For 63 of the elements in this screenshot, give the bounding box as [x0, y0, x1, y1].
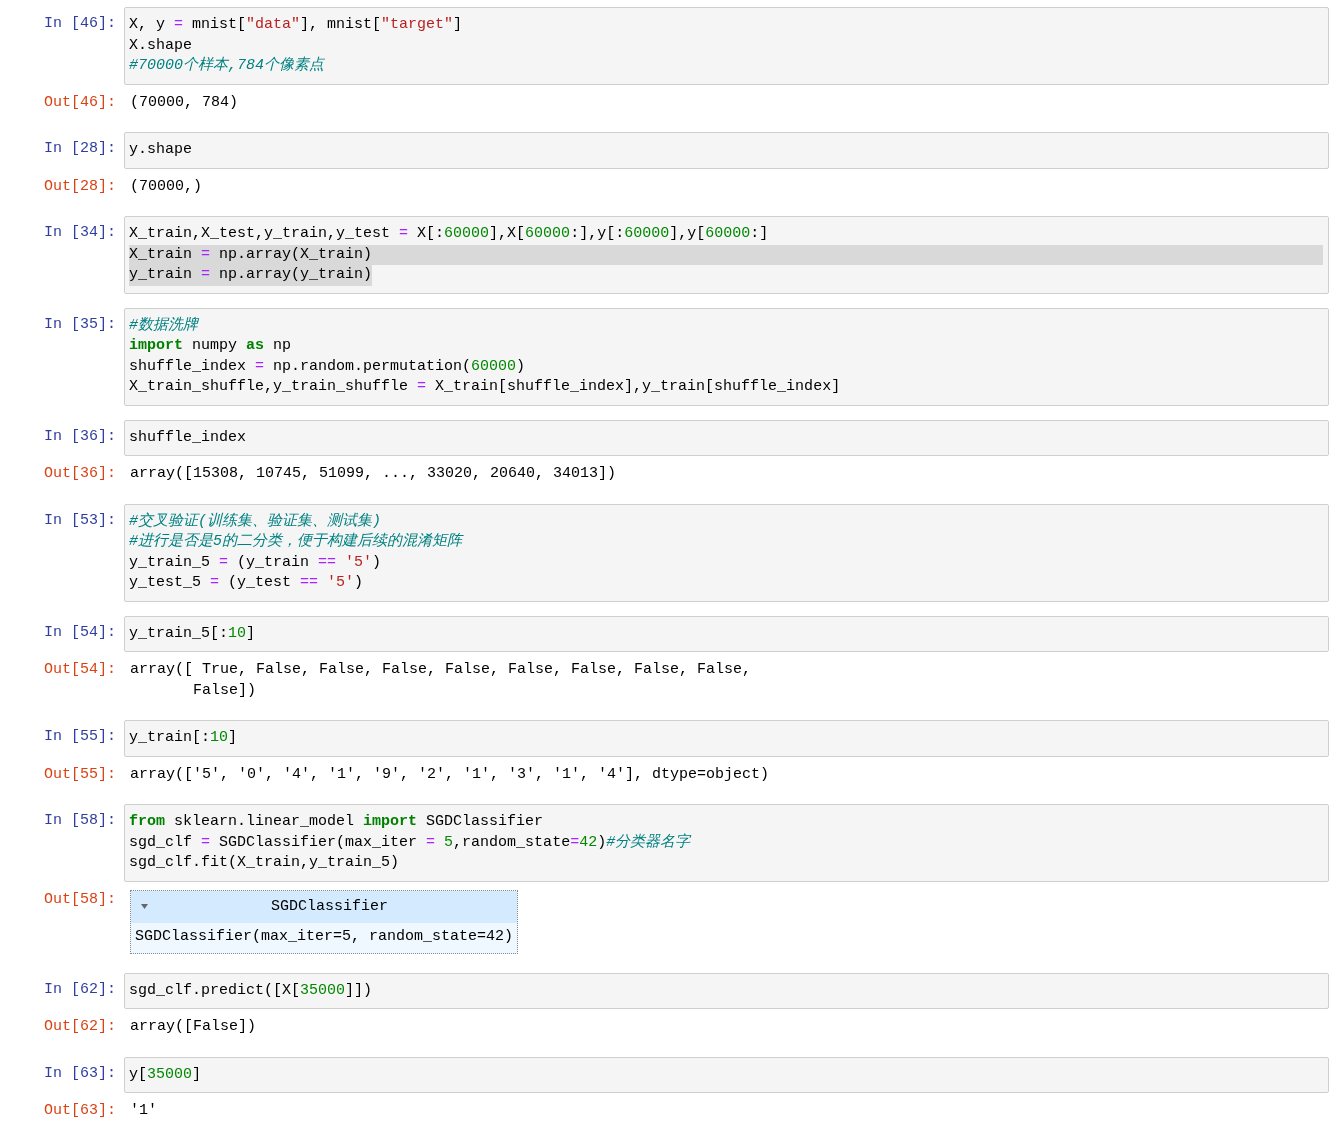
- code-cell[interactable]: X_train,X_test,y_train,y_test = X[:60000],X[60000:],y[:60000],y[60000:] X_train = np.array(X_train) y_train = np.array(y_train): [124, 216, 1329, 294]
- input-prompt: In [35]:: [43, 314, 117, 335]
- output-text: '1': [130, 1102, 157, 1119]
- input-prompt: In [54]:: [43, 622, 117, 643]
- code-line: X_train_shuffle,y_train_shuffle = X_train[shuffle_index],y_train[shuffle_index]: [129, 377, 841, 397]
- caret-icon: [141, 904, 148, 910]
- output-text: array(['5', '0', '4', '1', '9', '2', '1', '3', '1', '4'], dtype=object): [130, 765, 770, 783]
- code-line: #70000个样本,784个像素点: [129, 56, 324, 76]
- output-text: array([ True, False, False, False, False, False, False, False, False,: [130, 661, 752, 678]
- code-line: X_train,X_test,y_train,y_test = X[:60000],X[60000:],y[:60000],y[60000:]: [129, 224, 769, 244]
- code-line: #数据洗牌: [129, 315, 198, 336]
- code-cell[interactable]: #数据洗牌 import numpy as np shuffle_index = np.random.permutation(60000) X_train_shuffle,y_train_shuffle = X_train[shuffle_index],y_train[shuffle_index]: [124, 307, 1329, 406]
- code-line: from sklearn.linear_model import SGDClassifier: [129, 812, 544, 832]
- code-line: y[35000]: [129, 1064, 202, 1085]
- code-line: y_train[:10]: [129, 728, 238, 748]
- code-line: shuffle_index = np.random.permutation(60000): [129, 356, 526, 377]
- code-line: X, y = mnist["data"], mnist["target"]: [129, 15, 463, 35]
- code-cell[interactable]: X, y = mnist["data"], mnist["target"] X.shape #70000个样本,784个像素点: [124, 7, 1329, 85]
- input-prompt: In [36]:: [43, 426, 117, 447]
- output-prompt: Out[54]:: [43, 660, 117, 680]
- input-prompt: In [62]:: [43, 979, 117, 1000]
- estimator-repr: SGDClassifier(max_iter=5, random_state=42): [135, 928, 514, 945]
- output-text: array([15308, 10745, 51099, ..., 33020, 20640, 34013]): [130, 465, 617, 482]
- code-line: sgd_clf = SGDClassifier(max_iter = 5,random_state=42)#分类器名字: [129, 832, 691, 853]
- output-prompt: Out[55]:: [43, 764, 117, 785]
- output-text: (70000, 784): [130, 93, 239, 111]
- output-text: array([False]): [130, 1018, 257, 1035]
- code-line: sgd_clf.predict([X[35000]]): [129, 980, 373, 1001]
- output-text: (70000,): [130, 177, 202, 195]
- code-line: y_train_5[:10]: [129, 623, 256, 644]
- output-prompt: Out[36]:: [43, 464, 117, 484]
- input-prompt: In [53]:: [43, 510, 117, 531]
- output-prompt: Out[63]:: [43, 1101, 117, 1121]
- estimator-header[interactable]: SGDClassifier: [131, 890, 518, 923]
- output-prompt: Out[58]:: [43, 889, 117, 910]
- input-prompt: In [34]:: [43, 223, 117, 243]
- code-line: y_test_5 = (y_test == '5'): [129, 573, 364, 593]
- code-cell[interactable]: #交叉验证(训练集、验证集、测试集) #进行是否是5的二分类，便于构建后续的混淆矩阵 y_train_5 = (y_train == '5') y_test_5 = (y_test == '5'): [124, 503, 1329, 602]
- code-cell[interactable]: y[35000]: [124, 1056, 1329, 1093]
- input-prompt: In [28]:: [43, 139, 117, 159]
- input-prompt: In [63]:: [43, 1063, 117, 1084]
- output-prompt: Out[62]:: [43, 1017, 117, 1037]
- code-line: #交叉验证(训练集、验证集、测试集): [129, 511, 381, 532]
- code-cell[interactable]: sgd_clf.predict([X[35000]]): [124, 972, 1329, 1009]
- code-line: sgd_clf.fit(X_train,y_train_5): [129, 853, 400, 873]
- code-cell[interactable]: from sklearn.linear_model import SGDClassifier sgd_clf = SGDClassifier(max_iter = 5,random_state=42)#分类器名字 sgd_clf.fit(X_train,y_train_5): [124, 804, 1329, 882]
- code-cell[interactable]: y.shape: [124, 132, 1329, 169]
- input-prompt: In [46]:: [43, 14, 117, 34]
- code-cell[interactable]: y_train[:10]: [124, 720, 1329, 757]
- output-prompt: Out[28]:: [43, 176, 117, 197]
- code-cell[interactable]: y_train_5[:10]: [124, 615, 1329, 652]
- code-line: #进行是否是5的二分类，便于构建后续的混淆矩阵: [129, 532, 462, 552]
- output-text: False]): [192, 681, 257, 699]
- output-prompt: Out[46]:: [43, 92, 117, 113]
- code-line: shuffle_index: [129, 427, 247, 448]
- input-prompt: In [58]:: [43, 811, 117, 831]
- code-line: import numpy as np: [129, 336, 292, 356]
- input-prompt: In [55]:: [43, 727, 117, 747]
- code-line: y_train_5 = (y_train == '5'): [129, 552, 382, 573]
- estimator-title: SGDClassifier: [270, 896, 390, 917]
- code-line: y.shape: [129, 140, 192, 160]
- code-cell[interactable]: shuffle_index: [124, 419, 1329, 456]
- code-line: X.shape: [129, 35, 192, 56]
